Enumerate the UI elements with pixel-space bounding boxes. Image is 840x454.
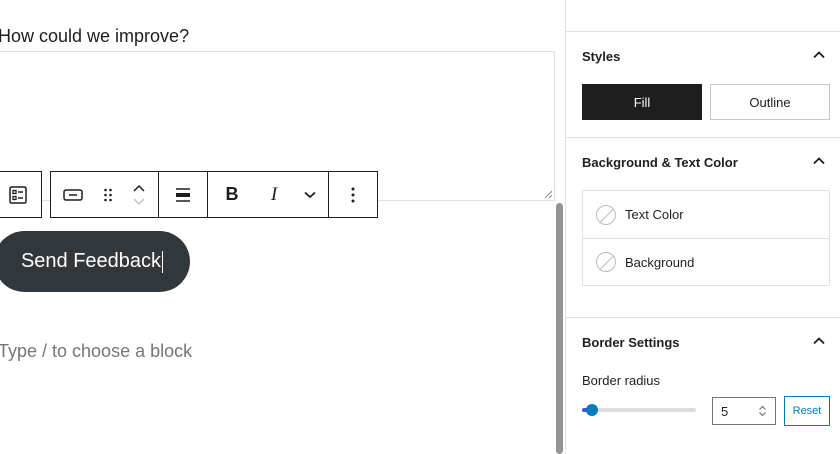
more-formats-button[interactable]: [292, 172, 328, 217]
text-color-label: Text Color: [625, 207, 684, 222]
color-options: Text Color Background: [582, 190, 830, 286]
editor-canvas: How could we improve? B I Send Feedback …: [0, 0, 565, 454]
alignment-group: [159, 172, 208, 217]
background-color-label: Background: [625, 254, 695, 270]
drag-handle-button[interactable]: [95, 172, 121, 217]
border-radius-input[interactable]: 5: [712, 397, 776, 425]
send-feedback-button[interactable]: Send Feedback: [0, 231, 190, 292]
more-formats-chevron-icon: [304, 191, 316, 198]
slider-track[interactable]: [582, 408, 696, 412]
italic-button[interactable]: I: [256, 172, 292, 217]
block-type-button[interactable]: [51, 172, 95, 217]
align-button[interactable]: [159, 172, 207, 217]
chevron-up-icon[interactable]: [813, 51, 825, 59]
format-group: B I: [208, 172, 329, 217]
button-block-icon: [63, 188, 83, 201]
move-up-icon[interactable]: [133, 184, 145, 192]
chevron-up-icon[interactable]: [813, 337, 825, 345]
block-toolbar-parent: [0, 171, 42, 218]
empty-swatch-icon: [596, 204, 616, 225]
editor-scrollbar-thumb[interactable]: [556, 203, 563, 454]
text-caret: [162, 250, 164, 273]
bold-icon: B: [225, 184, 239, 204]
options-icon: [351, 187, 355, 202]
background-color-option[interactable]: Background: [583, 238, 829, 285]
options-button[interactable]: [329, 172, 377, 217]
resize-grip-icon[interactable]: [544, 190, 553, 199]
border-radius-label: Border radius: [582, 373, 661, 388]
spinner-arrows-icon[interactable]: [758, 405, 767, 417]
bold-button[interactable]: B: [208, 172, 256, 217]
empty-swatch-icon: [596, 252, 616, 272]
italic-icon: I: [270, 183, 278, 205]
block-mover-group: [51, 172, 159, 217]
question-label: How could we improve?: [0, 26, 190, 46]
border-panel-title[interactable]: Border Settings: [582, 335, 680, 350]
select-parent-block-button[interactable]: [0, 172, 41, 217]
move-down-icon[interactable]: [133, 197, 145, 206]
settings-sidebar: Styles Fill Outline Background & Text Co…: [565, 0, 840, 454]
options-group: [329, 172, 377, 217]
reset-button[interactable]: Reset: [784, 396, 830, 426]
color-panel-title[interactable]: Background & Text Color: [582, 155, 738, 170]
block-appender-placeholder[interactable]: Type / to choose a block: [0, 341, 192, 362]
style-fill-button[interactable]: Fill: [582, 84, 702, 120]
slider-thumb[interactable]: [586, 404, 598, 416]
style-outline-button[interactable]: Outline: [710, 84, 830, 120]
border-radius-slider[interactable]: [582, 402, 696, 418]
align-icon: [176, 187, 190, 202]
block-toolbar: B I: [50, 171, 378, 218]
chevron-up-icon[interactable]: [813, 157, 825, 165]
form-block-icon: [9, 185, 27, 204]
drag-handle-icon: [104, 188, 112, 201]
styles-panel-title[interactable]: Styles: [582, 49, 620, 64]
send-feedback-label[interactable]: Send Feedback: [21, 250, 161, 273]
border-radius-value[interactable]: 5: [721, 404, 728, 419]
text-color-option[interactable]: Text Color: [583, 191, 829, 238]
block-mover: [121, 172, 157, 217]
